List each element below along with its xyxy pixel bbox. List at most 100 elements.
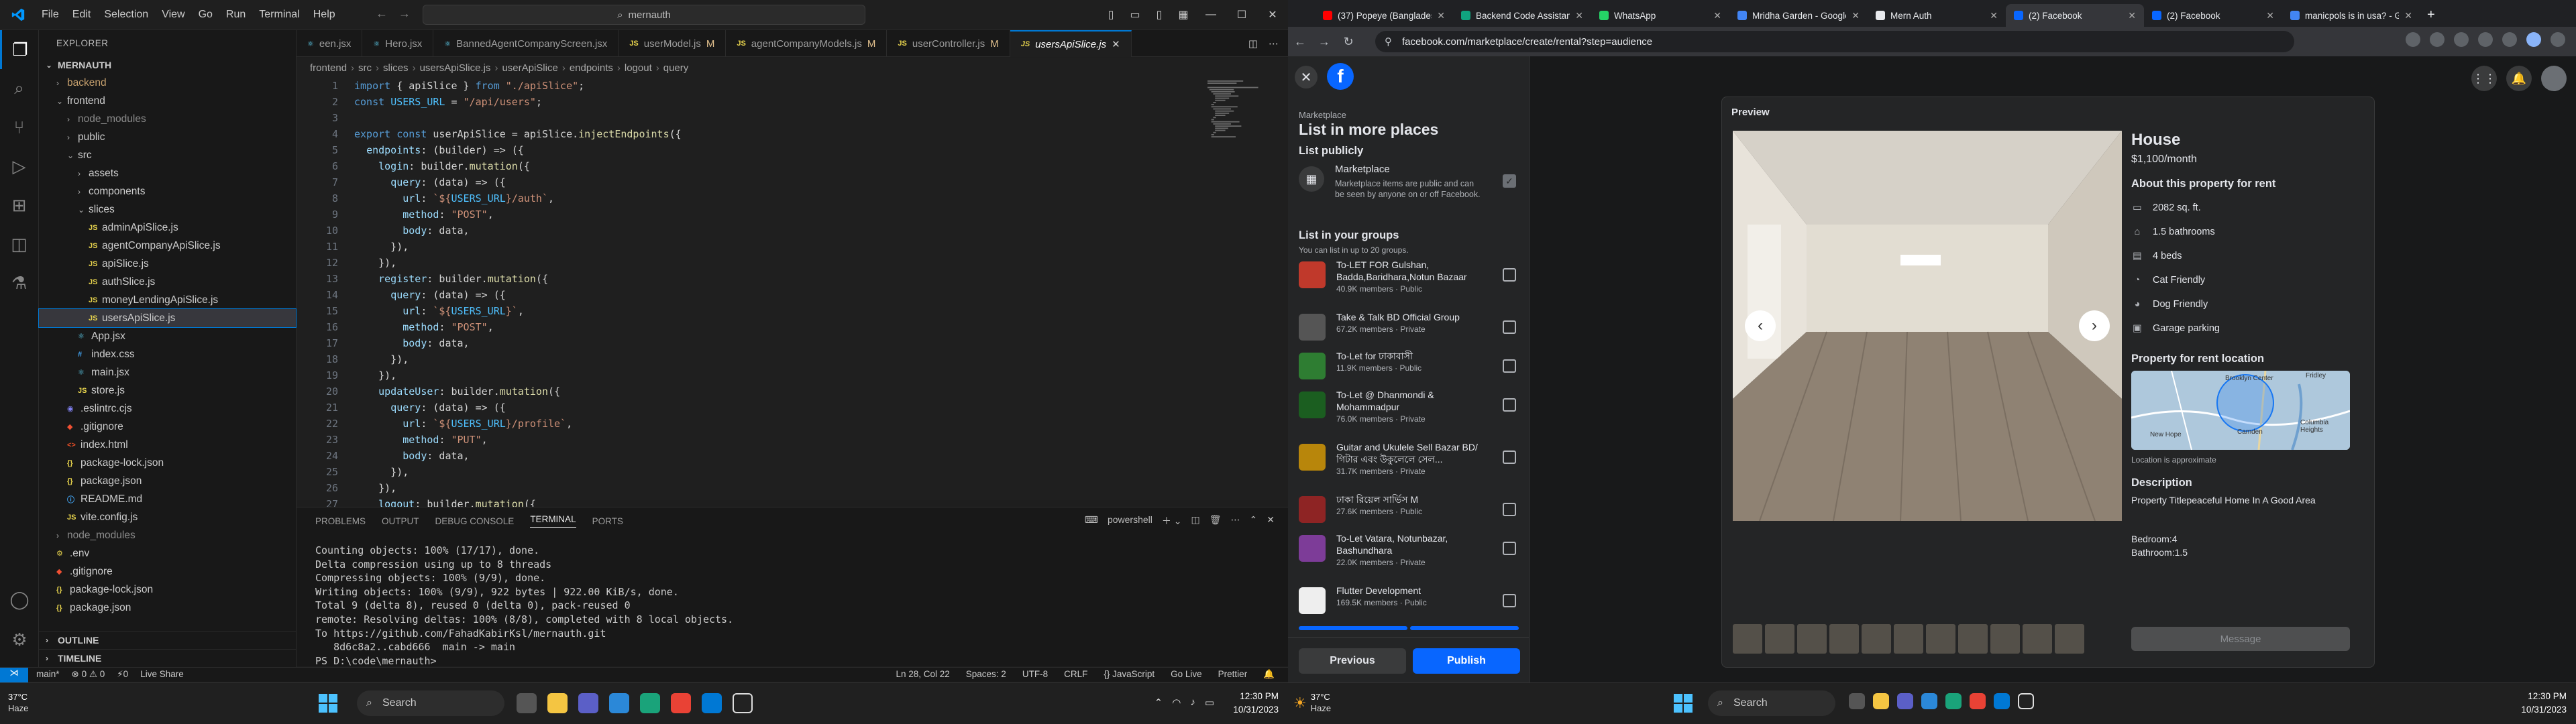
photo-thumbnail[interactable]: [1829, 624, 1859, 654]
extensions-icon[interactable]: ⊞: [0, 186, 38, 225]
shell-name[interactable]: powershell: [1108, 514, 1152, 528]
status-item[interactable]: Spaces: 2: [966, 669, 1006, 680]
add-terminal-icon[interactable]: ＋ ⌄: [1162, 514, 1182, 528]
weather-widget[interactable]: ☀ 37°C Haze: [1293, 691, 1331, 714]
forward-arrow-icon[interactable]: →: [398, 7, 411, 21]
file-item[interactable]: {} package-lock.json: [39, 454, 296, 472]
edge-icon[interactable]: [1945, 693, 1962, 709]
editor-tab[interactable]: ⚛ BannedAgentCompanyScreen.jsx: [433, 30, 619, 57]
layout-sidebar-icon[interactable]: ▯: [1099, 8, 1123, 21]
file-item[interactable]: ⚙ .env: [39, 544, 296, 562]
file-item[interactable]: JS usersApiSlice.js: [38, 308, 297, 328]
back-icon[interactable]: ←: [1288, 35, 1312, 49]
status-item[interactable]: CRLF: [1064, 669, 1087, 680]
status-item[interactable]: Go Live: [1171, 669, 1202, 680]
vscode-taskbar-icon[interactable]: [702, 693, 722, 713]
browser-tab[interactable]: (2) Facebook ✕: [2144, 4, 2282, 27]
taskbar-search[interactable]: ⌕ Search: [357, 690, 504, 716]
vscode-taskbar-icon[interactable]: [1994, 693, 2010, 709]
chevron-up-icon[interactable]: ⌃: [1155, 697, 1163, 709]
run-debug-icon[interactable]: ▷: [0, 147, 38, 186]
marketplace-checkbox[interactable]: ✓: [1503, 174, 1516, 188]
group-checkbox[interactable]: [1503, 503, 1516, 516]
breadcrumb-item[interactable]: query: [663, 62, 689, 74]
menu-item-help[interactable]: Help: [307, 9, 342, 21]
folder-item[interactable]: › node_modules: [39, 110, 296, 128]
customize-layout-icon[interactable]: ▦: [1171, 8, 1195, 21]
editor-tab[interactable]: ⚛ een.jsx: [297, 30, 363, 57]
task-view-icon[interactable]: [1849, 693, 1865, 709]
split-editor-icon[interactable]: ◫: [1248, 38, 1258, 50]
file-explorer-icon[interactable]: [547, 693, 568, 713]
close-tab-icon[interactable]: ✕: [2266, 10, 2274, 21]
bell-icon[interactable]: 🔔: [1263, 669, 1275, 680]
file-item[interactable]: ⚛ main.jsx: [39, 363, 296, 381]
group-checkbox[interactable]: [1503, 359, 1516, 373]
file-item[interactable]: # index.css: [39, 345, 296, 363]
outline-section[interactable]: › OUTLINE: [39, 631, 296, 649]
editor-tab[interactable]: ⚛ Hero.jsx: [362, 30, 434, 57]
browser-tab[interactable]: WhatsApp ✕: [1591, 4, 1729, 27]
previous-button[interactable]: Previous: [1299, 648, 1406, 674]
breadcrumb-item[interactable]: frontend: [310, 62, 347, 74]
status-item[interactable]: Prettier: [1218, 669, 1248, 680]
remote-icon[interactable]: ⋊: [0, 668, 28, 682]
menu-item-go[interactable]: Go: [192, 9, 219, 21]
marketplace-option[interactable]: ▦ Marketplace Marketplace items are publ…: [1299, 164, 1520, 212]
windows-start-icon[interactable]: [1673, 693, 1693, 713]
file-item[interactable]: JS authSlice.js: [39, 273, 296, 291]
photo-thumbnail[interactable]: [1797, 624, 1827, 654]
browser-tab[interactable]: (2) Facebook ✕: [2006, 4, 2144, 27]
edge-icon[interactable]: [640, 693, 660, 713]
breadcrumb-item[interactable]: endpoints: [570, 62, 613, 74]
more-icon[interactable]: ⋯: [1269, 38, 1279, 50]
breadcrumb-item[interactable]: src: [358, 62, 372, 74]
group-option[interactable]: Guitar and Ukulele Sell Bazar BD/গিটার এ…: [1299, 440, 1520, 492]
group-option[interactable]: To-Let for ঢাকাবাসী 11.9K members · Publi…: [1299, 349, 1520, 387]
remote-explorer-icon[interactable]: ◫: [0, 225, 38, 263]
code-editor[interactable]: 1 2 3 4 5 6 7 8 9 10 11 12 13 14 15 16 17 18 19 20 21 22 23 24 2…: [297, 78, 1288, 510]
close-tab-icon[interactable]: ✕: [1112, 38, 1120, 50]
layout-panel-icon[interactable]: ▭: [1123, 8, 1147, 21]
listing-photo[interactable]: ‹ ›: [1733, 131, 2122, 521]
store-icon[interactable]: [609, 693, 629, 713]
file-item[interactable]: ⚛ App.jsx: [39, 327, 296, 345]
file-item[interactable]: JS store.js: [39, 381, 296, 400]
extension-icon[interactable]: [2478, 32, 2493, 47]
close-icon[interactable]: ✕: [1257, 8, 1288, 21]
close-tab-icon[interactable]: ✕: [1575, 10, 1583, 21]
search-icon[interactable]: ⌕: [0, 69, 38, 108]
status-item[interactable]: ⚡0: [117, 669, 128, 680]
status-item[interactable]: main*: [36, 669, 60, 680]
source-control-icon[interactable]: ⑂: [0, 108, 38, 147]
forward-icon[interactable]: →: [1312, 35, 1336, 49]
group-option[interactable]: To-LET FOR Gulshan, Badda,Baridhara,Notu…: [1299, 257, 1520, 310]
group-checkbox[interactable]: [1503, 542, 1516, 555]
status-item[interactable]: Live Share: [140, 669, 184, 680]
panel-tab-debug-console[interactable]: DEBUG CONSOLE: [435, 516, 515, 526]
photo-thumbnail[interactable]: [2055, 624, 2084, 654]
chrome-icon[interactable]: [1970, 693, 1986, 709]
file-item[interactable]: ◆ .gitignore: [39, 562, 296, 581]
photo-thumbnail[interactable]: [2023, 624, 2052, 654]
taskbar-search[interactable]: ⌕ Search: [1708, 690, 1835, 716]
menu-item-view[interactable]: View: [155, 9, 191, 21]
photo-thumbnail[interactable]: [1958, 624, 1988, 654]
obs-icon[interactable]: [733, 693, 753, 713]
group-checkbox[interactable]: [1503, 450, 1516, 464]
breadcrumb-item[interactable]: usersApiSlice.js: [420, 62, 491, 74]
menu-item-terminal[interactable]: Terminal: [252, 9, 306, 21]
menu-item-run[interactable]: Run: [219, 9, 252, 21]
group-option[interactable]: Flutter Development 169.5K members · Publ…: [1299, 583, 1520, 622]
profile-avatar[interactable]: [2526, 32, 2541, 47]
github-icon[interactable]: ◯: [0, 580, 39, 619]
file-item[interactable]: {} package-lock.json: [39, 581, 296, 599]
menu-item-edit[interactable]: Edit: [66, 9, 98, 21]
photo-thumbnail[interactable]: [1765, 624, 1794, 654]
editor-tab[interactable]: JS userController.js M: [887, 30, 1010, 57]
close-tab-icon[interactable]: ✕: [2128, 10, 2136, 21]
close-tab-icon[interactable]: ✕: [1990, 10, 1998, 21]
file-item[interactable]: ◉ .eslintrc.cjs: [39, 400, 296, 418]
breadcrumb-item[interactable]: slices: [383, 62, 409, 74]
close-icon[interactable]: ✕: [1295, 66, 1318, 88]
